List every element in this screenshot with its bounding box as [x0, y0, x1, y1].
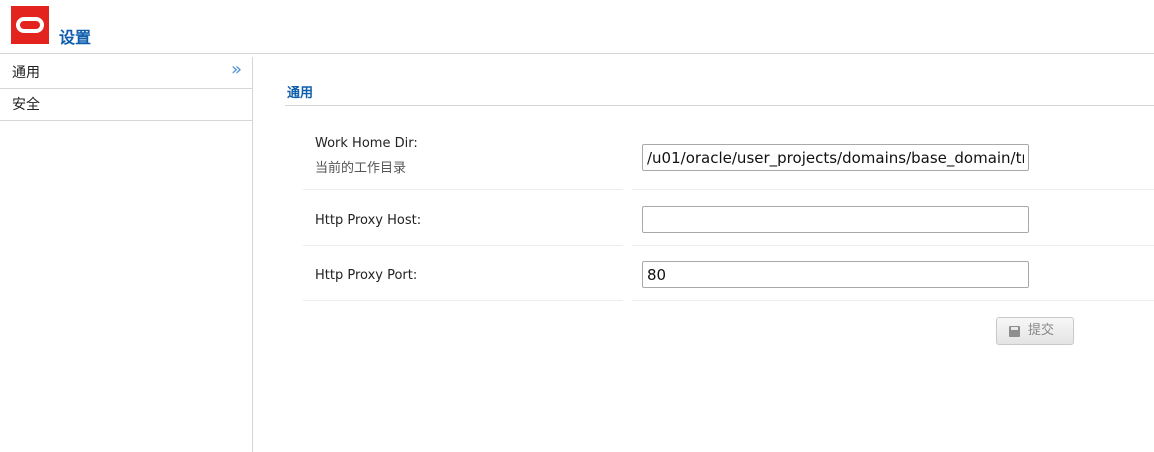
work-home-dir-label: Work Home Dir:: [315, 136, 418, 151]
sidebar-item-security[interactable]: 安全: [0, 89, 252, 121]
http-proxy-port-input[interactable]: [642, 261, 1029, 288]
submit-button[interactable]: 提交: [996, 317, 1074, 345]
sidebar-item-label: 通用: [12, 65, 40, 81]
http-proxy-host-label: Http Proxy Host:: [315, 213, 422, 228]
row-divider: [632, 245, 1154, 246]
page-title: 设置: [59, 28, 92, 47]
http-proxy-port-label: Http Proxy Port:: [315, 268, 418, 283]
sidebar-item-general[interactable]: 通用 »: [0, 57, 252, 89]
sidebar: 通用 » 安全: [0, 57, 253, 452]
oracle-logo-icon: [11, 6, 49, 44]
row-divider: [303, 300, 623, 301]
section-divider: [285, 105, 1154, 106]
sidebar-item-label: 安全: [12, 97, 40, 113]
header-bar: 设置: [0, 0, 1154, 54]
row-divider: [632, 300, 1154, 301]
http-proxy-host-input[interactable]: [642, 206, 1029, 233]
double-chevron-right-icon: »: [230, 59, 242, 80]
work-home-dir-description: 当前的工作目录: [315, 161, 407, 176]
logo-ring: [16, 17, 44, 33]
section-title: 通用: [287, 86, 314, 101]
row-divider: [303, 245, 623, 246]
row-divider: [632, 189, 1154, 190]
submit-button-label: 提交: [1028, 323, 1055, 338]
save-icon: [1009, 326, 1020, 337]
work-home-dir-input[interactable]: [642, 144, 1029, 171]
row-divider: [303, 189, 623, 190]
